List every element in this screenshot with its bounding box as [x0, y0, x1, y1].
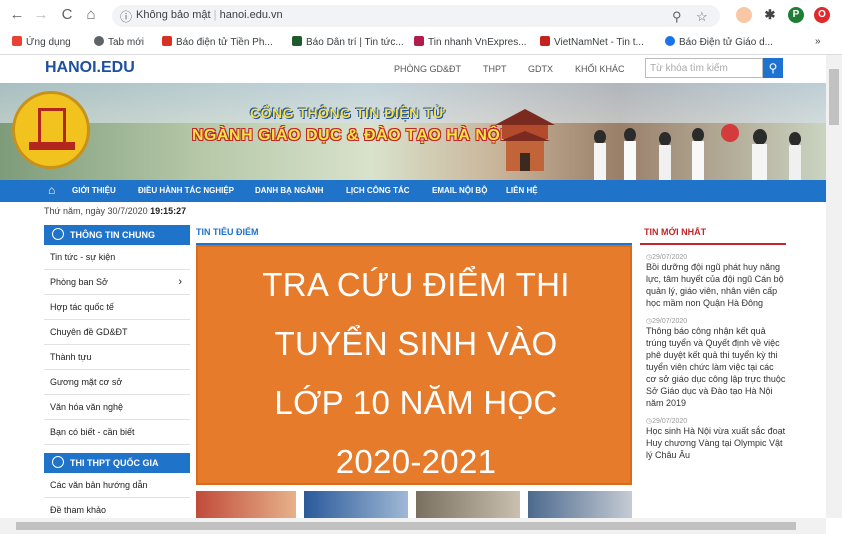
main-navigation: ⌂ GIỚI THIỆU ĐIỀU HÀNH TÁC NGHIỆP DANH B… — [0, 180, 826, 202]
sidebar-item[interactable]: Đề tham khảo — [44, 498, 190, 518]
horizontal-scrollbar[interactable] — [0, 518, 826, 534]
students-image — [594, 124, 801, 180]
latest-news-column: TIN MỚI NHẤT ◷29/07/2020 Bồi dưỡng đội n… — [640, 227, 786, 461]
sidebar-item[interactable]: Các văn bản hướng dẫn — [44, 473, 190, 498]
apps-grid-icon — [12, 36, 22, 46]
bookmark-new-tab[interactable]: Tab mới — [94, 36, 144, 48]
news-thumbnail[interactable] — [416, 491, 520, 518]
news-thumbnail[interactable] — [196, 491, 296, 518]
scrollbar-thumb[interactable] — [829, 69, 839, 125]
nav-gioi-thieu[interactable]: GIỚI THIỆU — [72, 186, 116, 195]
extension-icon[interactable] — [736, 7, 752, 23]
topnav-thpt[interactable]: THPT — [483, 64, 507, 74]
nav-dieu-hanh[interactable]: ĐIỀU HÀNH TÁC NGHIỆP — [138, 186, 234, 195]
news-title[interactable]: Bồi dưỡng đội ngũ phát huy năng lực, tâm… — [646, 261, 786, 309]
bookmark-giaoduc[interactable]: Báo Điện tử Giáo d... — [665, 36, 773, 48]
site-favicon-icon — [540, 36, 550, 46]
browser-toolbar: ← → C ⌂ ⓘ Không bảo mật | hanoi.edu.vn ⚲… — [0, 0, 842, 32]
bookmarks-bar: Ứng dụng Tab mới Báo điện tử Tiền Ph... … — [0, 32, 842, 55]
site-search-input[interactable]: Từ khóa tìm kiếm — [645, 58, 763, 78]
date-time: Thứ năm, ngày 30/7/2020 19:15:27 — [44, 206, 187, 216]
bookmarks-more[interactable]: » — [815, 36, 821, 47]
sidebar-item[interactable]: Gương mặt cơ sở — [44, 370, 190, 395]
site-favicon-icon — [162, 36, 172, 46]
hanoi-emblem-logo — [12, 91, 90, 169]
address-bar[interactable]: ⓘ Không bảo mật | hanoi.edu.vn ⚲ ☆ — [112, 5, 720, 27]
search-icon[interactable]: ⚲ — [763, 58, 783, 78]
bookmark-apps[interactable]: Ứng dụng — [12, 36, 71, 48]
sidebar-item[interactable]: Văn hóa văn nghệ — [44, 395, 190, 420]
scrollbar-thumb[interactable] — [16, 522, 796, 530]
sidebar-heading: THÔNG TIN CHUNG — [44, 225, 190, 245]
profile-avatar[interactable]: P — [788, 7, 804, 23]
bookmark-star-icon[interactable]: ☆ — [696, 9, 708, 25]
banner-subtitle: NGÀNH GIÁO DỤC & ĐÀO TẠO HÀ NỘI — [192, 127, 506, 144]
overlay-line: LỚP 10 NĂM HỌC — [274, 384, 558, 421]
pagoda-image — [495, 109, 555, 171]
nav-email[interactable]: EMAIL NỘI BỘ — [432, 186, 487, 195]
news-thumbnails — [196, 491, 632, 518]
sidebar-item[interactable]: Bạn có biết - cần biết — [44, 420, 190, 445]
topnav-gdtx[interactable]: GDTX — [528, 64, 553, 74]
overlay-line: TRA CỨU ĐIỂM THI — [262, 266, 570, 303]
news-thumbnail[interactable] — [304, 491, 408, 518]
site-banner: CỔNG THÔNG TIN ĐIỆN TỬ NGÀNH GIÁO DỤC & … — [0, 83, 826, 180]
news-item[interactable]: ◷29/07/2020 Bồi dưỡng đội ngũ phát huy n… — [640, 253, 786, 309]
news-item[interactable]: ◷29/07/2020 Thông báo công nhận kết quả … — [640, 317, 786, 409]
featured-news-heading: TIN TIÊU ĐIỂM — [196, 227, 632, 245]
bookmark-dantri[interactable]: Báo Dân trí | Tin tức... — [292, 36, 404, 48]
latest-news-heading: TIN MỚI NHẤT — [640, 227, 786, 245]
nav-danh-ba[interactable]: DANH BẠ NGÀNH — [255, 186, 323, 195]
chevron-right-icon: › — [178, 276, 182, 288]
news-title[interactable]: Thông báo công nhận kết quả trúng tuyển … — [646, 325, 786, 409]
news-title[interactable]: Học sinh Hà Nội vừa xuất sắc đoạt Huy ch… — [646, 425, 786, 461]
nav-lich-cong-tac[interactable]: LỊCH CÔNG TÁC — [346, 186, 410, 195]
web-page: HANOI.EDU PHÒNG GD&ĐT THPT GDTX KHỐI KHÁ… — [0, 55, 826, 518]
news-thumbnail[interactable] — [528, 491, 632, 518]
overlay-line: 2020-2021 — [335, 443, 497, 480]
sidebar-heading: THI THPT QUỐC GIA — [44, 453, 190, 473]
zoom-icon[interactable]: ⚲ — [672, 9, 682, 25]
banner-title: CỔNG THÔNG TIN ĐIỆN TỬ — [250, 105, 446, 121]
site-favicon-icon — [665, 36, 675, 46]
vertical-scrollbar[interactable] — [826, 55, 842, 518]
bookmark-vnexpress[interactable]: Tin nhanh VnExpres... — [414, 36, 527, 48]
nav-lien-he[interactable]: LIÊN HỆ — [506, 186, 538, 195]
globe-icon — [52, 456, 64, 468]
sidebar-item[interactable]: Chuyên đề GD&ĐT — [44, 320, 190, 345]
left-sidebar: THÔNG TIN CHUNG Tin tức - sự kiện Phòng … — [44, 225, 190, 518]
globe-icon — [94, 36, 104, 46]
globe-icon — [52, 228, 64, 240]
news-item[interactable]: ◷29/07/2020 Học sinh Hà Nội vừa xuất sắc… — [640, 417, 786, 461]
site-favicon-icon — [414, 36, 424, 46]
topnav-khoi-khac[interactable]: KHỐI KHÁC — [575, 64, 625, 74]
security-label: Không bảo mật — [136, 9, 211, 21]
site-logo[interactable]: HANOI.EDU — [45, 59, 135, 77]
bookmark-vietnamnet[interactable]: VietNamNet - Tin t... — [540, 36, 644, 48]
reload-icon[interactable]: C — [58, 6, 76, 24]
sidebar-item[interactable]: Hợp tác quốc tế — [44, 295, 190, 320]
forward-arrow-icon[interactable]: → — [32, 6, 50, 24]
home-icon[interactable]: ⌂ — [82, 6, 100, 24]
home-icon[interactable]: ⌂ — [48, 183, 55, 197]
info-icon[interactable]: ⓘ — [120, 8, 132, 25]
overlay-line: TUYỂN SINH VÀO — [274, 325, 558, 362]
sidebar-item[interactable]: Tin tức - sự kiện — [44, 245, 190, 270]
puzzle-icon[interactable]: ✱ — [762, 7, 778, 23]
bookmark-tienphong[interactable]: Báo điện tử Tiền Ph... — [162, 36, 273, 48]
exam-lookup-banner[interactable]: TRA CỨU ĐIỂM THI TUYỂN SINH VÀO LỚP 10 N… — [196, 245, 632, 485]
back-arrow-icon[interactable]: ← — [8, 6, 26, 24]
site-favicon-icon — [292, 36, 302, 46]
sidebar-item-phong-ban[interactable]: Phòng ban Sở › — [44, 270, 190, 295]
url-text: hanoi.edu.vn — [219, 9, 283, 21]
sidebar-item[interactable]: Thành tựu — [44, 345, 190, 370]
opera-icon[interactable]: O — [814, 7, 830, 23]
topnav-phong-gddt[interactable]: PHÒNG GD&ĐT — [394, 64, 461, 74]
